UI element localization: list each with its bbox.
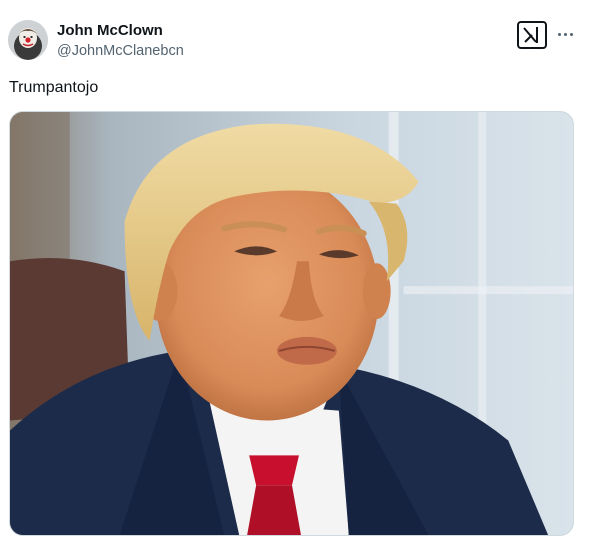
tweet-text: Trumpantojo: [9, 79, 99, 96]
more-options-dot: [569, 32, 573, 36]
author-name[interactable]: John McClown: [57, 22, 163, 40]
photo-image: [10, 112, 573, 535]
more-options-button[interactable]: [554, 24, 576, 44]
author-avatar[interactable]: [8, 20, 48, 60]
author-handle[interactable]: @JohnMcClanebcn: [57, 42, 184, 60]
more-options-dot: [563, 32, 567, 36]
grok-button[interactable]: [517, 21, 547, 49]
grok-x-logo-icon: [523, 27, 538, 43]
clown-avatar-icon: [8, 20, 48, 60]
tweet-media-photo[interactable]: [9, 111, 574, 536]
tweet-card: John McClown @JohnMcClanebcn Trumpantojo: [0, 0, 594, 547]
more-options-icon: [557, 32, 561, 36]
